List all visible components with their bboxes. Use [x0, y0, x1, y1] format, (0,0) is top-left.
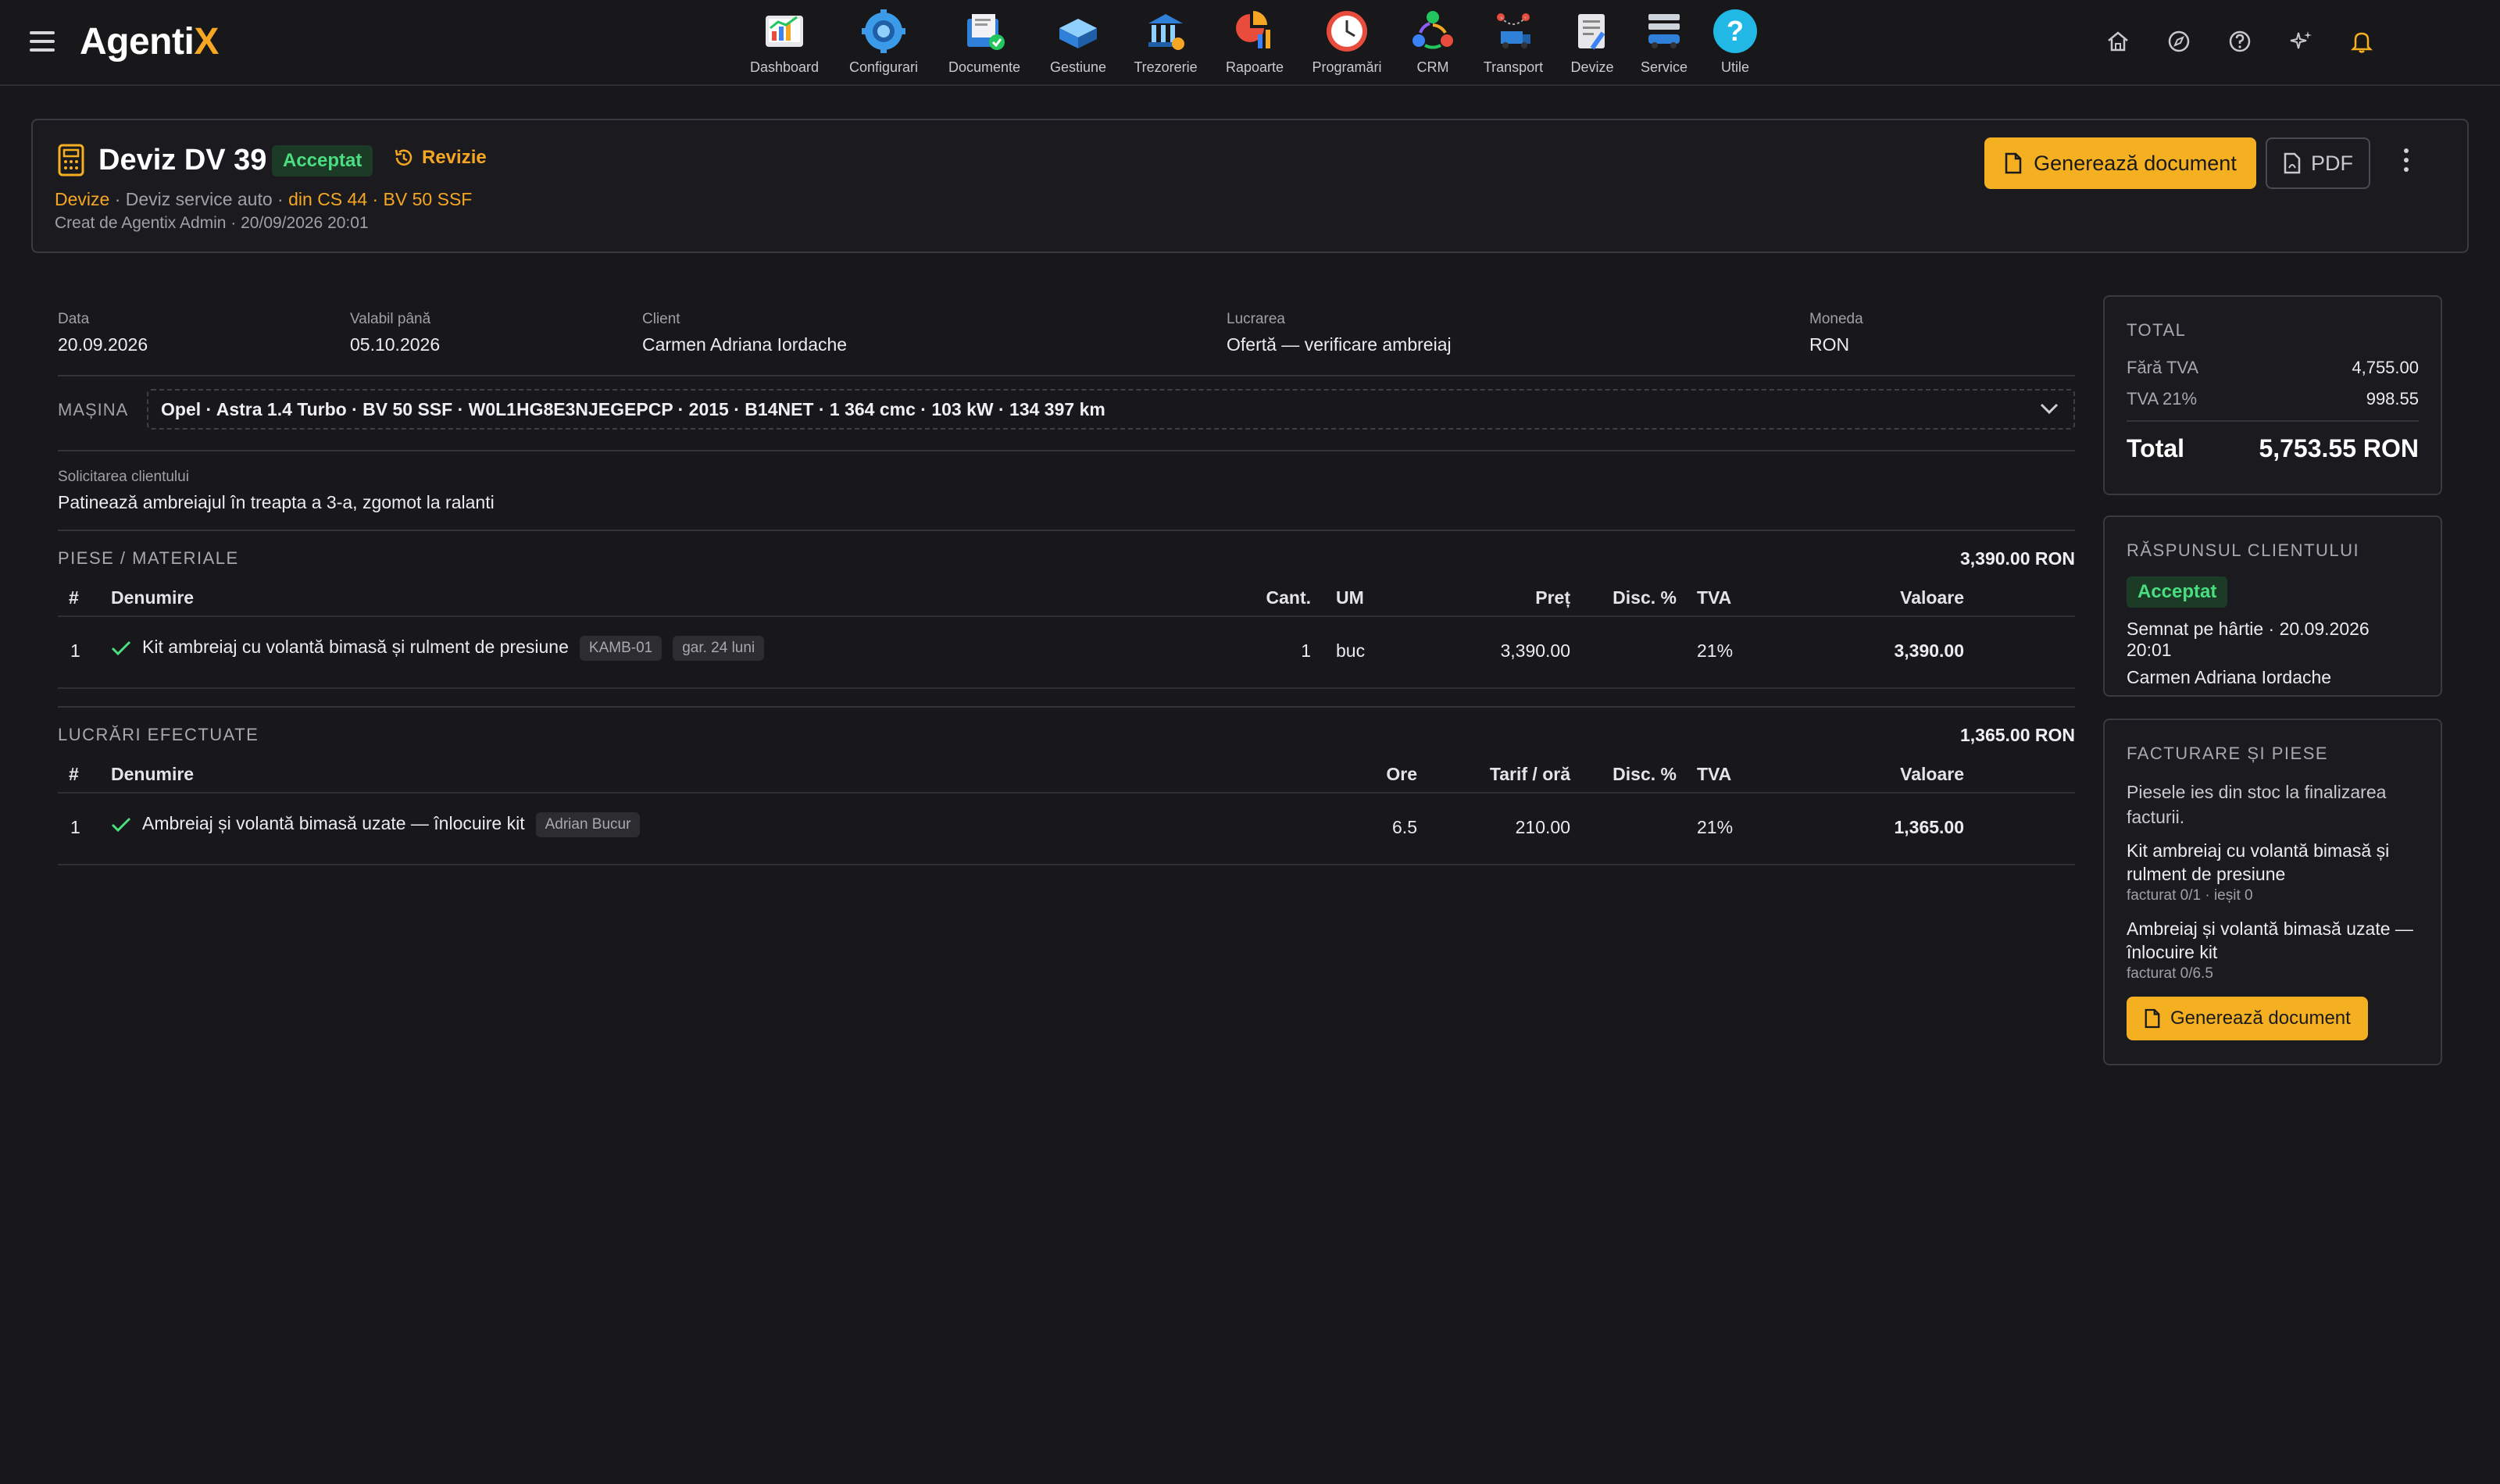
nav-rapoarte[interactable]: Rapoarte — [1211, 8, 1298, 76]
gestiune-icon — [1059, 19, 1097, 48]
created-info: Creat de Agentix Admin · 20/09/2026 20:0… — [55, 214, 369, 232]
nav-gestiune[interactable]: Gestiune — [1036, 8, 1120, 76]
calculator-icon — [58, 144, 84, 177]
meta-client: Client Carmen Adriana Iordache — [642, 311, 848, 355]
hamburger-menu-icon[interactable] — [30, 31, 55, 53]
service-icon — [1648, 14, 1680, 48]
utile-icon: ? — [1713, 9, 1757, 53]
nav-configurari[interactable]: Configurari — [834, 8, 933, 76]
top-bar: AgentiX Dashboard Configurari Documente … — [0, 0, 2500, 86]
billing-card: FACTURARE ȘI PIESE Piesele ies din stoc … — [2103, 719, 2442, 1065]
status-badge: Acceptat — [272, 145, 373, 177]
breadcrumb-devize-link[interactable]: Devize — [55, 189, 109, 209]
main-content: Data 20.09.2026 Valabil până 05.10.2026 Cl… — [58, 297, 2075, 865]
part-code-chip: KAMB-01 — [579, 636, 662, 661]
technician-chip: Adrian Bucur — [535, 812, 641, 837]
dashboard-icon — [766, 16, 803, 47]
app-logo[interactable]: AgentiX — [80, 20, 219, 63]
vat-row: TVA 21% 998.55 — [2127, 389, 2419, 422]
svg-text:?: ? — [1727, 15, 1744, 47]
table-row[interactable]: 1 Kit ambreiaj cu volantă bimasă și rulm… — [58, 617, 2075, 689]
labor-title: LUCRĂRI EFECTUATE — [58, 725, 259, 744]
grand-total-row: Total 5,753.55 RON — [2127, 434, 2419, 462]
nav-utile[interactable]: ? Utile — [1700, 8, 1770, 76]
meta-moneda: Moneda RON — [1809, 311, 1863, 355]
nav-documente[interactable]: Documente — [933, 8, 1036, 76]
document-header: Deviz DV 39 Acceptat Revizie Devize · De… — [31, 119, 2469, 253]
response-status-badge: Acceptat — [2127, 576, 2228, 608]
check-icon — [111, 817, 131, 833]
meta-lucrarea: Lucrarea Ofertă — verificare ambreiaj — [1227, 311, 1452, 355]
totals-card: TOTAL Fără TVA 4,755.00 TVA 21% 998.55 Tot… — [2103, 295, 2442, 495]
main-nav: Dashboard Configurari Documente Gestiune… — [734, 8, 1770, 76]
nav-service[interactable]: Service — [1628, 8, 1700, 76]
nav-trezorerie[interactable]: Trezorerie — [1120, 8, 1211, 76]
masina-select[interactable]: Opel · Astra 1.4 Turbo · BV 50 SSF · W0L… — [147, 389, 2075, 430]
file-icon — [2145, 1008, 2160, 1029]
meta-row: Data 20.09.2026 Valabil până 05.10.2026 Cl… — [58, 297, 2075, 375]
header-actions — [2105, 28, 2375, 55]
meta-valabil: Valabil până 05.10.2026 — [350, 311, 441, 355]
help-icon[interactable] — [2227, 28, 2253, 55]
compass-icon[interactable] — [2166, 28, 2192, 55]
breadcrumb-source-link[interactable]: din CS 44 · BV 50 SSF — [288, 189, 472, 209]
nav-programari[interactable]: Programări — [1298, 8, 1395, 76]
client-response-card: RĂSPUNSUL CLIENTULUI Acceptat Semnat pe … — [2103, 515, 2442, 697]
crm-icon — [1412, 11, 1453, 49]
rapoarte-icon — [1236, 11, 1270, 48]
pdf-button[interactable]: PDF — [2266, 137, 2370, 189]
breadcrumb: Devize · Deviz service auto · din CS 44 … — [55, 189, 473, 209]
page-title: Deviz DV 39 — [98, 144, 267, 177]
generate-document-button-sidebar[interactable]: Generează document — [2127, 997, 2368, 1040]
labor-section: LUCRĂRI EFECTUATE 1,365.00 RON # Denumir… — [58, 708, 2075, 865]
generate-document-button[interactable]: Generează document — [1984, 137, 2256, 189]
subtotal-row: Fără TVA 4,755.00 — [2127, 358, 2419, 377]
documente-icon — [967, 14, 1005, 50]
check-icon — [111, 640, 131, 656]
file-icon — [2005, 152, 2022, 174]
more-options-icon[interactable] — [2400, 148, 2412, 180]
billing-item: Ambreiaj și volantă bimasă uzate — înloc… — [2127, 919, 2413, 982]
chevron-down-icon — [2040, 403, 2059, 415]
home-icon[interactable] — [2105, 28, 2131, 55]
parts-table-header: # Denumire Cant. UM Preț Disc. % TVA Val… — [58, 580, 2075, 617]
trezorerie-icon — [1148, 14, 1184, 50]
devize-icon — [1578, 14, 1605, 50]
parts-title: PIESE / MATERIALE — [58, 548, 239, 568]
nav-crm[interactable]: CRM — [1395, 8, 1470, 76]
meta-data: Data 20.09.2026 — [58, 311, 148, 355]
masina-row: MAȘINA Opel · Astra 1.4 Turbo · BV 50 SS… — [58, 376, 2075, 450]
billing-item: Kit ambreiaj cu volantă bimasă și rulmen… — [2127, 840, 2390, 904]
parts-total: 3,390.00 RON — [1959, 548, 2075, 569]
history-icon — [395, 149, 412, 166]
labor-table-header: # Denumire Ore Tarif / oră Disc. % TVA V… — [58, 756, 2075, 794]
configurari-icon — [862, 9, 905, 53]
programari-icon — [1327, 11, 1367, 52]
client-request: Solicitarea clientului Patinează ambreia… — [58, 469, 495, 512]
sparkles-icon[interactable] — [2288, 28, 2314, 55]
transport-icon — [1497, 13, 1530, 48]
parts-section: PIESE / MATERIALE 3,390.00 RON # Denumir… — [58, 531, 2075, 689]
labor-total: 1,365.00 RON — [1959, 725, 2075, 745]
nav-devize[interactable]: Devize — [1556, 8, 1628, 76]
bell-icon[interactable] — [2348, 28, 2375, 55]
nav-dashboard[interactable]: Dashboard — [734, 8, 834, 76]
revizie-button[interactable]: Revizie — [394, 147, 487, 169]
nav-transport[interactable]: Transport — [1470, 8, 1556, 76]
warranty-chip: gar. 24 luni — [673, 636, 765, 661]
table-row[interactable]: 1 Ambreiaj și volantă bimasă uzate — înl… — [58, 794, 2075, 865]
pdf-file-icon — [2284, 152, 2301, 174]
